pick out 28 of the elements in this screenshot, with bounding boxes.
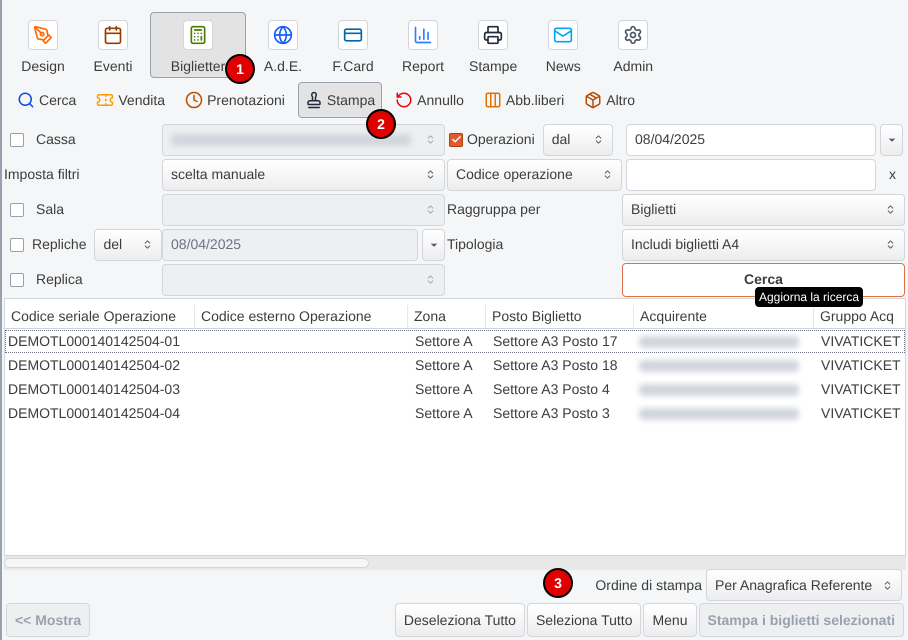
table-cell-text: Settore A3 Posto 18 — [492, 356, 619, 375]
table-cell-text: Settore A3 Posto 3 — [492, 404, 611, 423]
field-label: Imposta filtri — [3, 165, 80, 184]
field-label: Ordine di stampa — [595, 576, 702, 595]
table-cell-text: Settore A — [414, 332, 474, 351]
field-label: Cassa — [36, 130, 76, 149]
table-cell-text: VIVATICKET — [820, 380, 902, 399]
field-label: Sala — [36, 200, 64, 219]
table-cell-text: Settore A3 Posto 17 — [492, 332, 619, 351]
table-cell-text: Settore A — [414, 404, 474, 423]
number-badge: 3 — [543, 568, 573, 598]
field-label: Tipologia — [446, 235, 504, 254]
table-cell-text: Settore A3 Posto 4 — [492, 380, 611, 399]
table-cell-text: VIVATICKET — [820, 404, 902, 423]
number-badge: 1 — [225, 54, 255, 84]
field-label: Raggruppa per — [446, 200, 542, 219]
tooltip: Aggiorna la ricerca — [755, 287, 864, 307]
table-cell-text: DEMOTL000140142504-01 — [7, 332, 182, 351]
field-label: Operazioni — [467, 130, 535, 149]
field-label: Repliche — [32, 235, 86, 254]
table-cell-text: VIVATICKET — [820, 356, 902, 375]
field-label: Replica — [36, 270, 83, 289]
table-cell-text: Settore A — [414, 380, 474, 399]
table-cell-text: Settore A — [414, 356, 474, 375]
table-cell-text: DEMOTL000140142504-03 — [7, 380, 182, 399]
table-cell-text: DEMOTL000140142504-02 — [7, 356, 182, 375]
table-cell-text: DEMOTL000140142504-04 — [7, 404, 182, 423]
table-cell-text: VIVATICKET — [820, 332, 902, 351]
